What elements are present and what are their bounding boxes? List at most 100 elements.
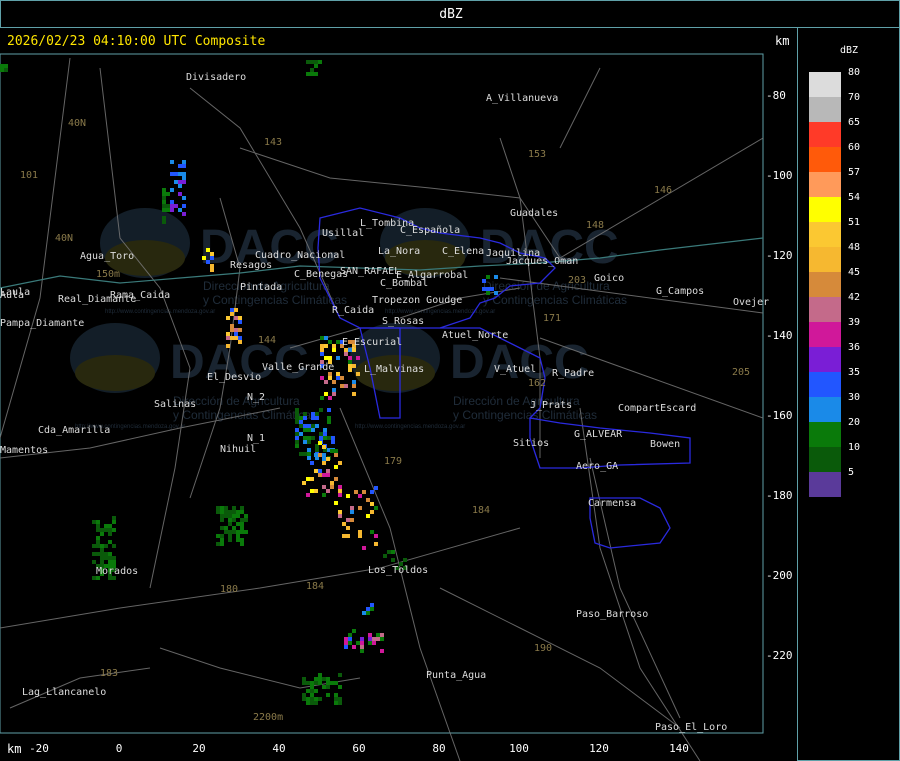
place-label: C_Bombal	[380, 278, 428, 289]
radar-echo-pixel	[358, 534, 362, 538]
legend-swatch	[809, 72, 841, 97]
place-label: Goico	[594, 273, 624, 284]
radar-echo-pixel	[236, 530, 240, 534]
radar-echo-pixel	[112, 560, 116, 564]
legend-value-label: 45	[848, 267, 861, 278]
radar-echo-pixel	[314, 489, 318, 493]
radar-echo-pixel	[307, 436, 311, 440]
watermark-logo	[75, 355, 155, 391]
radar-echo-pixel	[338, 673, 342, 677]
radar-echo-pixel	[206, 260, 210, 264]
radar-echo-pixel	[170, 172, 174, 176]
radar-echo-pixel	[344, 352, 348, 356]
place-label: Agua_Toro	[80, 251, 134, 262]
radar-echo-pixel	[352, 384, 356, 388]
legend-value-label: 80	[848, 67, 861, 78]
radar-echo-pixel	[230, 328, 234, 332]
radar-echo-pixel	[232, 510, 236, 514]
radar-echo-pixel	[310, 697, 314, 701]
radar-echo-pixel	[307, 424, 311, 428]
radar-echo-pixel	[302, 677, 306, 681]
place-label: El_Desvio	[207, 372, 261, 383]
radar-echo-pixel	[220, 526, 224, 530]
radar-echo-pixel	[182, 196, 186, 200]
radar-echo-pixel	[314, 60, 318, 64]
radar-echo-pixel	[380, 649, 384, 653]
radar-echo-pixel	[387, 550, 391, 554]
radar-echo-pixel	[322, 457, 326, 461]
radar-echo-pixel	[362, 546, 366, 550]
radar-echo-pixel	[318, 673, 322, 677]
radar-echo-pixel	[295, 408, 299, 412]
watermark-line2: y Contingencias Climáticas	[483, 293, 627, 307]
radar-echo-pixel	[326, 685, 330, 689]
radar-echo-pixel	[234, 332, 238, 336]
place-label: SAN_RAFAEL	[340, 266, 400, 277]
radar-echo-pixel	[182, 172, 186, 176]
radar-echo-pixel	[224, 514, 228, 518]
radar-echo-pixel	[320, 348, 324, 352]
radar-echo-pixel	[314, 469, 318, 473]
radar-echo-pixel	[346, 534, 350, 538]
route-number-label: 203	[568, 275, 586, 286]
x-tick-label: 120	[589, 742, 609, 755]
radar-echo-pixel	[236, 514, 240, 518]
legend-value-label: 60	[848, 142, 861, 153]
radar-echo-pixel	[486, 291, 490, 295]
radar-echo-pixel	[230, 336, 234, 340]
place-label: L_Malvinas	[364, 364, 424, 375]
radar-echo-pixel	[302, 697, 306, 701]
legend-swatch	[809, 347, 841, 372]
radar-echo-pixel	[344, 348, 348, 352]
radar-echo-pixel	[112, 544, 116, 548]
radar-echo-pixel	[358, 494, 362, 498]
radar-echo-pixel	[366, 607, 370, 611]
radar-echo-pixel	[182, 164, 186, 168]
radar-echo-pixel	[336, 340, 340, 344]
radar-echo-pixel	[360, 641, 364, 645]
legend-value-label: 30	[848, 392, 861, 403]
radar-echo-pixel	[170, 160, 174, 164]
legend-value-label: 57	[848, 167, 861, 178]
radar-echo-pixel	[234, 336, 238, 340]
radar-echo-pixel	[234, 308, 238, 312]
radar-echo-pixel	[338, 510, 342, 514]
radar-echo-pixel	[310, 701, 314, 705]
radar-echo-pixel	[170, 188, 174, 192]
radar-echo-pixel	[4, 68, 8, 72]
radar-echo-pixel	[302, 693, 306, 697]
radar-map: DACCDirección de Agriculturay Contingenc…	[0, 28, 797, 761]
radar-echo-pixel	[238, 316, 242, 320]
radar-echo-pixel	[323, 436, 327, 440]
radar-echo-pixel	[228, 514, 232, 518]
x-tick-label: -20	[29, 742, 49, 755]
radar-echo-pixel	[220, 542, 224, 546]
radar-echo-pixel	[348, 348, 352, 352]
radar-echo-pixel	[311, 428, 315, 432]
radar-echo-pixel	[327, 436, 331, 440]
radar-echo-pixel	[306, 681, 310, 685]
radar-echo-pixel	[328, 340, 332, 344]
place-label: Lag_Llancanelo	[22, 687, 106, 698]
radar-echo-pixel	[303, 440, 307, 444]
x-tick-label: 80	[432, 742, 446, 755]
radar-echo-pixel	[244, 530, 248, 534]
place-label: G_Campos	[656, 286, 704, 297]
radar-echo-pixel	[310, 681, 314, 685]
radar-echo-pixel	[178, 192, 182, 196]
place-label: E_Escurial	[342, 337, 402, 348]
radar-echo-pixel	[482, 279, 486, 283]
place-label: Salinas	[154, 399, 196, 410]
radar-echo-pixel	[178, 172, 182, 176]
radar-echo-pixel	[348, 633, 352, 637]
radar-echo-pixel	[490, 287, 494, 291]
radar-echo-pixel	[322, 445, 326, 449]
place-label: Punta_Agua	[426, 670, 486, 681]
place-label: C_Española	[400, 225, 460, 236]
radar-echo-pixel	[306, 493, 310, 497]
place-label: Divisadero	[186, 72, 246, 83]
radar-echo-pixel	[324, 344, 328, 348]
radar-echo-pixel	[232, 514, 236, 518]
place-label: Jacques_Oman	[506, 256, 578, 267]
radar-echo-pixel	[92, 560, 96, 564]
